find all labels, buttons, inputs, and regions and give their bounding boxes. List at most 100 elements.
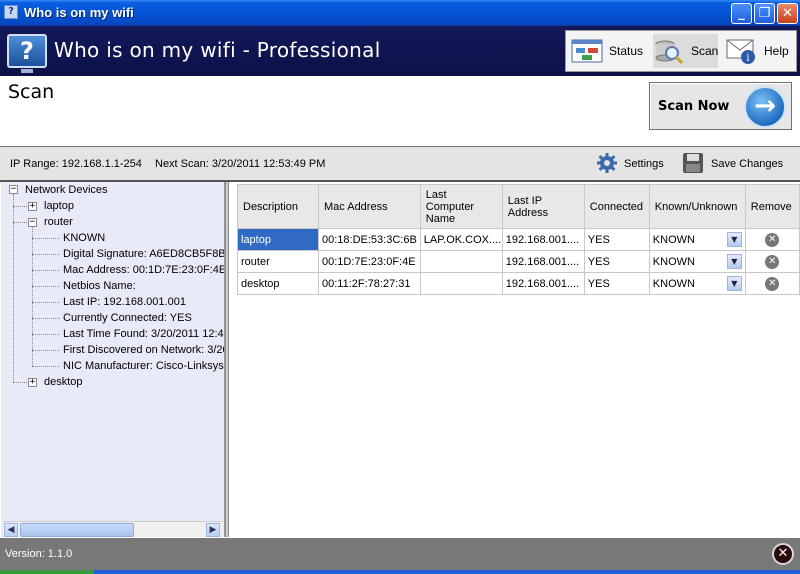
cell-known-unknown[interactable]: KNOWN ▼ — [648, 228, 746, 251]
cell-description[interactable]: laptop — [237, 228, 319, 251]
column-header-connected[interactable]: Connected — [583, 184, 650, 229]
start-button[interactable] — [0, 570, 94, 574]
cell-description[interactable]: router — [237, 250, 319, 273]
expand-desktop-icon[interactable]: + — [28, 378, 37, 387]
tree-line — [32, 286, 60, 287]
arrow-right-icon: → — [744, 86, 786, 128]
known-select[interactable]: KNOWN ▼ — [653, 276, 742, 291]
close-button[interactable]: ✕ — [777, 3, 798, 24]
column-header-mac-address[interactable]: Mac Address — [318, 184, 421, 229]
chevron-down-icon[interactable]: ▼ — [726, 254, 742, 269]
status-footer: Version: 1.1.0 ✕ — [0, 538, 800, 570]
taskbar — [0, 570, 800, 574]
column-header-known-unknown[interactable]: Known/Unknown — [648, 184, 746, 229]
remove-icon[interactable]: ✕ — [765, 254, 780, 269]
tree-line — [13, 206, 27, 207]
nav-help-label: Help — [764, 44, 789, 58]
scan-now-button[interactable]: Scan Now → — [649, 82, 792, 130]
cell-remove: ✕ — [744, 272, 800, 295]
tree-line — [32, 350, 60, 351]
cell-last-ip[interactable]: 192.168.001.... — [501, 250, 585, 273]
cell-known-unknown[interactable]: KNOWN ▼ — [648, 250, 746, 273]
cell-computer-name[interactable]: LAP.OK.COX.... — [419, 228, 503, 251]
cell-mac-address[interactable]: 00:18:DE:53:3C:6B — [318, 228, 421, 251]
save-changes-button[interactable]: Save Changes — [682, 152, 783, 176]
scroll-right-icon[interactable]: ▶ — [206, 523, 220, 537]
cell-computer-name[interactable] — [419, 272, 503, 295]
scan-icon — [653, 37, 685, 65]
tree-detail-item[interactable]: NIC Manufacturer: Cisco-Linksys, — [63, 359, 224, 373]
tree-line — [32, 238, 60, 239]
cell-connected[interactable]: YES — [583, 250, 650, 273]
tree-device-desktop[interactable]: desktop — [44, 375, 83, 389]
main-nav: Status Scan i Help — [565, 30, 797, 72]
tree-horizontal-scrollbar[interactable]: ◀ ▶ — [3, 521, 223, 537]
window-title-bar[interactable]: ? Who is on my wifi _ ❐ ✕ — [0, 0, 800, 26]
chevron-down-icon[interactable]: ▼ — [726, 276, 742, 291]
app-title: Who is on my wifi - Professional — [54, 38, 381, 62]
tree-root[interactable]: Network Devices — [25, 183, 108, 197]
column-header-last-ip[interactable]: Last IP Address — [501, 184, 585, 229]
cell-description[interactable]: desktop — [237, 272, 319, 295]
floppy-disk-icon — [682, 152, 704, 177]
nav-status-label: Status — [609, 44, 644, 58]
cell-last-ip[interactable]: 192.168.001.... — [501, 228, 585, 251]
nav-scan-button[interactable]: Scan — [653, 34, 718, 68]
tree-detail-item[interactable]: First Discovered on Network: 3/20 — [63, 343, 224, 357]
exit-icon[interactable]: ✕ — [772, 543, 794, 565]
collapse-router-icon[interactable]: − — [28, 218, 37, 227]
cell-known-unknown[interactable]: KNOWN ▼ — [648, 272, 746, 295]
nav-status-button[interactable]: Status — [571, 34, 646, 68]
save-changes-label: Save Changes — [711, 158, 784, 170]
tree-line — [13, 222, 27, 223]
nav-help-button[interactable]: i Help — [726, 34, 794, 68]
cell-connected[interactable]: YES — [583, 228, 650, 251]
scroll-thumb[interactable] — [20, 523, 134, 537]
tree-line — [32, 334, 60, 335]
table-row[interactable]: router 00:1D:7E:23:0F:4E 192.168.001.... YE… — [237, 250, 800, 273]
device-tree[interactable]: − Network Devices + laptop − router KNOW… — [1, 182, 225, 537]
cell-connected[interactable]: YES — [583, 272, 650, 295]
device-grid-area: Description Mac Address Last Computer Na… — [230, 182, 800, 537]
tree-detail-item[interactable]: KNOWN — [63, 231, 105, 245]
scroll-left-icon[interactable]: ◀ — [4, 523, 18, 537]
remove-icon[interactable]: ✕ — [765, 276, 780, 291]
known-select[interactable]: KNOWN ▼ — [653, 254, 742, 269]
maximize-button[interactable]: ❐ — [754, 3, 775, 24]
tree-device-laptop[interactable]: laptop — [44, 199, 74, 213]
app-logo-icon: ? — [7, 34, 47, 73]
tree-device-router[interactable]: router — [44, 215, 73, 229]
tree-detail-item[interactable]: Last Time Found: 3/20/2011 12:4 — [63, 327, 224, 341]
tree-line — [13, 382, 27, 383]
column-header-remove[interactable]: Remove — [744, 184, 800, 229]
table-row[interactable]: laptop 00:18:DE:53:3C:6B LAP.OK.COX.... 192… — [237, 228, 800, 251]
cell-mac-address[interactable]: 00:1D:7E:23:0F:4E — [318, 250, 421, 273]
tree-detail-item[interactable]: Currently Connected: YES — [63, 311, 192, 325]
expand-laptop-icon[interactable]: + — [28, 202, 37, 211]
tree-detail-item[interactable]: Mac Address: 00:1D:7E:23:0F:4E — [63, 263, 224, 277]
panel-splitter[interactable] — [225, 182, 229, 537]
cell-last-ip[interactable]: 192.168.001.... — [501, 272, 585, 295]
tree-detail-item[interactable]: Last IP: 192.168.001.001 — [63, 295, 186, 309]
column-header-description[interactable]: Description — [237, 184, 319, 229]
minimize-button[interactable]: _ — [731, 3, 752, 24]
window-title: Who is on my wifi — [24, 5, 134, 20]
page-title: Scan — [8, 81, 55, 103]
cell-computer-name[interactable] — [419, 250, 503, 273]
table-row[interactable]: desktop 00:11:2F:78:27:31 192.168.001.... Y… — [237, 272, 800, 295]
known-select[interactable]: KNOWN ▼ — [653, 232, 742, 247]
scan-toolbar: IP Range: 192.168.1.1-254 Next Scan: 3/2… — [0, 146, 800, 182]
help-icon: i — [726, 37, 758, 65]
collapse-root-icon[interactable]: − — [9, 185, 18, 194]
tree-detail-item[interactable]: Digital Signature: A6ED8CB5F8BE — [63, 247, 224, 261]
app-header: ? Who is on my wifi - Professional Statu… — [0, 26, 800, 76]
known-select-value: KNOWN — [652, 255, 695, 268]
chevron-down-icon[interactable]: ▼ — [726, 232, 742, 247]
known-select-value: KNOWN — [652, 277, 695, 290]
tree-line — [32, 227, 33, 366]
settings-button[interactable]: Settings — [596, 152, 664, 176]
cell-mac-address[interactable]: 00:11:2F:78:27:31 — [318, 272, 421, 295]
column-header-computer-name[interactable]: Last Computer Name — [419, 184, 503, 229]
tree-detail-item[interactable]: Netbios Name: — [63, 279, 136, 293]
remove-icon[interactable]: ✕ — [765, 232, 780, 247]
